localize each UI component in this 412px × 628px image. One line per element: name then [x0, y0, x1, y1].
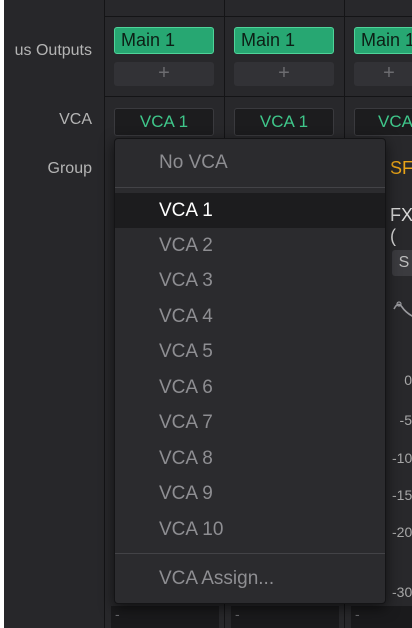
menu-item-vca-8[interactable]: VCA 8: [115, 441, 385, 476]
group-sfx-label[interactable]: SFX: [390, 158, 412, 179]
fader-scale-label: -5: [399, 412, 412, 428]
strip-footer: [111, 606, 219, 628]
strip-minus: -: [355, 606, 360, 622]
strip-minus: -: [235, 606, 240, 622]
fader-scale-label: -10: [392, 450, 412, 466]
fader-scale-label: -30: [392, 584, 412, 600]
strip-minus: -: [115, 606, 120, 622]
menu-item-vca-9[interactable]: VCA 9: [115, 476, 385, 511]
menu-item-vca-6[interactable]: VCA 6: [115, 370, 385, 405]
menu-item-vca-10[interactable]: VCA 10: [115, 512, 385, 547]
vca-label: VCA: [59, 111, 92, 128]
strip-divider: [225, 96, 344, 97]
output-assign-button[interactable]: Main 1: [114, 27, 214, 54]
vca-assign-button[interactable]: VCA 1: [114, 108, 214, 136]
fader-scale-label: 0: [404, 372, 412, 388]
output-assign-button[interactable]: Main 1: [354, 27, 412, 54]
strip-footer: [351, 606, 412, 628]
strip-divider: [105, 16, 224, 17]
vca-dropdown-menu: No VCA VCA 1 VCA 2 VCA 3 VCA 4 VCA 5 VCA…: [114, 138, 386, 604]
add-output-button[interactable]: +: [234, 62, 334, 86]
menu-item-vca-assign[interactable]: VCA Assign...: [115, 561, 385, 596]
menu-item-vca-5[interactable]: VCA 5: [115, 334, 385, 369]
vca-assign-button[interactable]: VCA 1: [234, 108, 334, 136]
bus-outputs-label: us Outputs: [14, 42, 92, 59]
menu-separator: [115, 553, 385, 554]
menu-item-vca-2[interactable]: VCA 2: [115, 228, 385, 263]
add-output-button[interactable]: +: [354, 62, 412, 86]
solo-button[interactable]: S: [392, 250, 412, 276]
menu-item-vca-7[interactable]: VCA 7: [115, 405, 385, 440]
menu-separator: [115, 187, 385, 188]
strip-divider: [225, 16, 344, 17]
vca-assign-button[interactable]: VCA: [354, 108, 412, 136]
menu-item-vca-1[interactable]: VCA 1: [115, 193, 385, 228]
menu-item-vca-3[interactable]: VCA 3: [115, 263, 385, 298]
fader-scale-label: -15: [392, 487, 412, 503]
strip-footer: [231, 606, 339, 628]
strip-divider: [345, 16, 412, 17]
menu-item-no-vca[interactable]: No VCA: [115, 145, 385, 180]
output-assign-button[interactable]: Main 1: [234, 27, 334, 54]
add-output-button[interactable]: +: [114, 62, 214, 86]
fader-scale-label: -20: [392, 524, 412, 540]
strip-divider: [105, 96, 224, 97]
strip-divider: [345, 96, 412, 97]
eq-curve-icon[interactable]: [392, 295, 412, 321]
group-label: Group: [47, 160, 92, 177]
fx-label[interactable]: FX (: [390, 205, 412, 247]
menu-item-vca-4[interactable]: VCA 4: [115, 299, 385, 334]
row-labels-column: us Outputs VCA Group: [4, 0, 104, 628]
